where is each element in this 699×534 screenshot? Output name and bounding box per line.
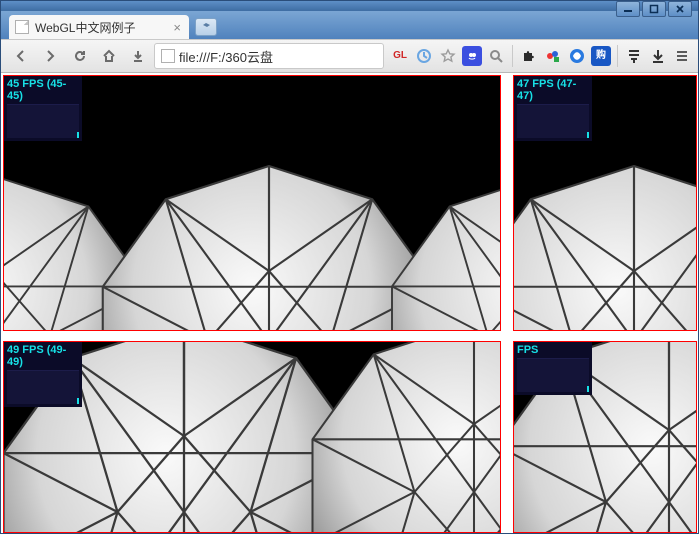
fps-text: 49 FPS (49-49) [4, 342, 82, 368]
fps-text: FPS [514, 342, 592, 356]
forward-button[interactable] [36, 43, 63, 69]
tab-title: WebGL中文网例子 [35, 19, 135, 36]
search-icon[interactable] [486, 46, 506, 66]
page-icon [15, 20, 29, 34]
maximize-button[interactable] [642, 1, 666, 17]
home-button[interactable] [95, 43, 122, 69]
address-bar[interactable]: file:///F:/360云盘 [154, 43, 384, 69]
reload-button[interactable] [66, 43, 93, 69]
fps-overlay: 47 FPS (47-47) [514, 76, 592, 141]
extension-icon[interactable]: 购 [591, 46, 611, 66]
webgl-canvas-bottom-right[interactable]: FPS [513, 341, 697, 533]
menu-button[interactable] [672, 46, 692, 66]
tab-webgl-example[interactable]: WebGL中文网例子 × [9, 15, 189, 39]
close-button[interactable] [668, 1, 692, 17]
downloads-button[interactable] [125, 43, 152, 69]
fps-text: 45 FPS (45-45) [4, 76, 82, 102]
tab-strip: WebGL中文网例子 × [1, 11, 698, 39]
download-arrow-icon[interactable] [648, 46, 668, 66]
fps-graph [517, 104, 589, 138]
extension-icon[interactable] [462, 46, 482, 66]
webgl-canvas-top-left[interactable]: 45 FPS (45-45) [3, 75, 501, 331]
webgl-canvas-bottom-left[interactable]: 49 FPS (49-49) [3, 341, 501, 533]
extension-area: GL 购 [390, 45, 692, 67]
tab-close-button[interactable]: × [173, 21, 181, 34]
extension-icon[interactable] [624, 46, 644, 66]
webgl-canvas-top-right[interactable]: 47 FPS (47-47) [513, 75, 697, 331]
bookmark-star-icon[interactable] [438, 46, 458, 66]
new-tab-button[interactable] [195, 18, 217, 36]
fps-graph [517, 358, 589, 392]
gl-extension-icon[interactable]: GL [390, 46, 410, 66]
fps-overlay: FPS [514, 342, 592, 395]
browser-window: WebGL中文网例子 × file:///F:/360云盘 GL 购 [0, 0, 699, 534]
puzzle-extension-icon[interactable] [519, 46, 539, 66]
toolbar: file:///F:/360云盘 GL 购 [1, 39, 698, 73]
fps-overlay: 49 FPS (49-49) [4, 342, 82, 407]
page-icon [161, 49, 175, 63]
fps-graph [7, 370, 79, 404]
extension-icon[interactable] [414, 46, 434, 66]
fps-graph [7, 104, 79, 138]
url-text: file:///F:/360云盘 [179, 47, 273, 66]
back-button[interactable] [7, 43, 34, 69]
window-buttons [616, 1, 692, 17]
toolbar-separator [617, 45, 618, 67]
extension-icon[interactable] [543, 46, 563, 66]
extension-icon[interactable] [567, 46, 587, 66]
window-titlebar[interactable] [1, 1, 698, 11]
toolbar-separator [512, 45, 513, 67]
fps-text: 47 FPS (47-47) [514, 76, 592, 102]
minimize-button[interactable] [616, 1, 640, 17]
fps-overlay: 45 FPS (45-45) [4, 76, 82, 141]
page-content: 45 FPS (45-45) 47 FPS (47-47) [1, 73, 698, 533]
